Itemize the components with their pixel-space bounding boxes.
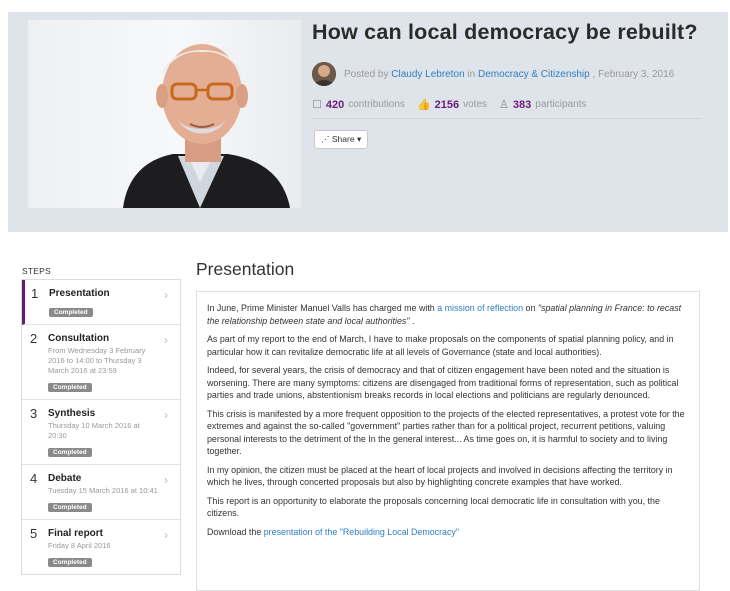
contributions-icon: ☐ bbox=[312, 99, 322, 111]
paragraph: In June, Prime Minister Manuel Valls has… bbox=[207, 302, 689, 327]
step-number: 3 bbox=[30, 406, 38, 421]
status-badge: Completed bbox=[48, 383, 92, 392]
chevron-down-icon: ▾ bbox=[356, 134, 362, 144]
mission-link[interactable]: a mission of reflection bbox=[437, 303, 523, 313]
votes-icon: 👍 bbox=[416, 99, 431, 111]
page-title: How can local democracy be rebuilt? bbox=[312, 20, 698, 44]
chevron-right-icon: › bbox=[164, 528, 168, 542]
post-date: , February 3, 2016 bbox=[592, 68, 675, 80]
paragraph: As part of my report to the end of March… bbox=[207, 334, 674, 357]
step-synthesis[interactable]: 3 Synthesis › Thursday 10 March 2016 at … bbox=[22, 400, 180, 465]
chevron-right-icon: › bbox=[164, 333, 168, 347]
paragraph: Download the presentation of the "Rebuil… bbox=[207, 526, 689, 539]
step-name: Final report bbox=[48, 528, 104, 539]
share-icon: ⋰ bbox=[321, 134, 330, 144]
avatar-image bbox=[312, 62, 336, 86]
paragraph: In my opinion, the citizen must be place… bbox=[207, 464, 673, 488]
participants-count: 383 bbox=[512, 98, 532, 111]
author-link[interactable]: Claudy Lebreton bbox=[391, 69, 464, 80]
chevron-right-icon: › bbox=[164, 408, 168, 422]
author-avatar[interactable] bbox=[312, 62, 336, 86]
step-number: 1 bbox=[31, 286, 39, 301]
paragraph-text: In June, Prime Minister Manuel Valls has… bbox=[207, 303, 438, 313]
step-name: Presentation bbox=[49, 288, 110, 299]
status-badge: Completed bbox=[48, 448, 92, 457]
presentation-heading: Presentation bbox=[196, 259, 295, 279]
step-debate[interactable]: 4 Debate › Tuesday 15 March 2016 at 10:4… bbox=[22, 465, 180, 520]
contributions-count: 420 bbox=[325, 98, 345, 111]
chevron-right-icon: › bbox=[164, 473, 168, 487]
votes-count: 2156 bbox=[434, 98, 460, 111]
participants-label: participants bbox=[535, 99, 587, 110]
presentation-body: In June, Prime Minister Manuel Valls has… bbox=[196, 291, 700, 591]
hero-banner: How can local democracy be rebuilt? Post… bbox=[8, 12, 728, 232]
post-meta: Posted by Claudy Lebreton in Democracy &… bbox=[312, 62, 674, 86]
step-name: Consultation bbox=[48, 333, 110, 344]
share-button[interactable]: ⋰ Share ▾ bbox=[314, 130, 369, 149]
stats-bar: ☐ 420 contributions 👍 2156 votes ♙ 383 p… bbox=[312, 98, 702, 119]
status-badge: Completed bbox=[48, 558, 92, 567]
paragraph: This report is an opportunity to elabora… bbox=[207, 495, 660, 519]
paragraph: This crisis is manifested by a more freq… bbox=[207, 408, 685, 457]
paragraph: Indeed, for several years, the crisis of… bbox=[207, 365, 679, 400]
chevron-right-icon: › bbox=[164, 288, 168, 302]
in-label: in bbox=[467, 68, 476, 80]
step-date: From Wednesday 3 February 2016 to 14:00 … bbox=[48, 346, 146, 375]
share-label: Share bbox=[331, 134, 355, 144]
step-name: Debate bbox=[48, 473, 82, 484]
step-date: Tuesday 15 March 2016 at 10:41 bbox=[48, 486, 158, 495]
step-final-report[interactable]: 5 Final report › Friday 8 April 2016 Com… bbox=[22, 520, 180, 574]
step-presentation[interactable]: 1 Presentation › Completed bbox=[22, 280, 180, 325]
steps-heading: STEPS bbox=[22, 266, 51, 276]
step-number: 2 bbox=[30, 331, 38, 346]
posted-by-label: Posted by bbox=[344, 68, 389, 80]
category-link[interactable]: Democracy & Citizenship bbox=[478, 69, 590, 80]
status-badge: Completed bbox=[49, 308, 93, 317]
portrait-image bbox=[123, 44, 290, 208]
contributions-label: contributions bbox=[348, 99, 405, 110]
status-badge: Completed bbox=[48, 503, 92, 512]
steps-list: 1 Presentation › Completed 2 Consultatio… bbox=[21, 279, 181, 575]
participants-icon: ♙ bbox=[499, 99, 509, 111]
paragraph-text: . bbox=[409, 315, 415, 326]
votes-label: votes bbox=[463, 99, 488, 110]
paragraph-text: on bbox=[523, 303, 538, 313]
step-date: Friday 8 April 2016 bbox=[48, 541, 111, 550]
step-name: Synthesis bbox=[48, 408, 96, 419]
download-link[interactable]: presentation of the "Rebuilding Local De… bbox=[264, 527, 459, 537]
author-portrait bbox=[28, 20, 301, 208]
step-date: Thursday 10 March 2016 at 20:30 bbox=[48, 421, 140, 440]
paragraph-text: Download the bbox=[207, 526, 264, 537]
step-number: 4 bbox=[30, 471, 38, 486]
step-consultation[interactable]: 2 Consultation › From Wednesday 3 Februa… bbox=[22, 325, 180, 400]
step-number: 5 bbox=[30, 526, 38, 541]
